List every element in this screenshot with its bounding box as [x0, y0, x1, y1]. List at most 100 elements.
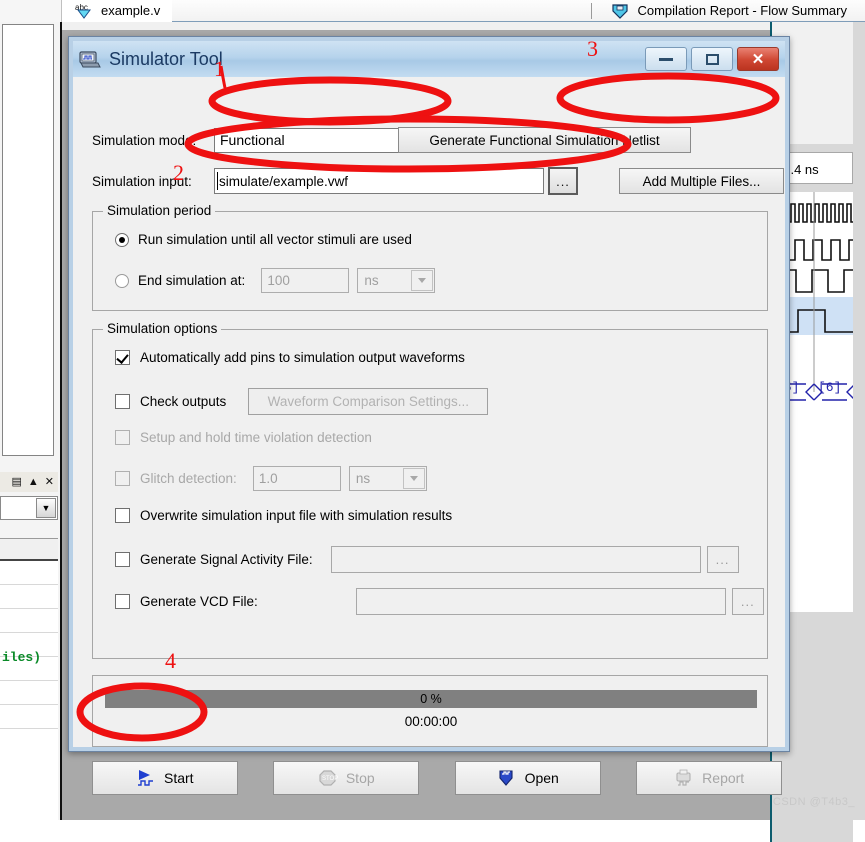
auto-add-pins-row[interactable]: Automatically add pins to simulation out…	[115, 350, 465, 365]
tabstrip-left-edge	[0, 0, 62, 22]
end-at-label: End simulation at:	[138, 273, 246, 288]
tab-label: example.v	[101, 3, 161, 18]
table-row[interactable]	[0, 561, 58, 585]
simulator-tool-dialog: Simulator Tool ✕ Simulation mode: Functi…	[68, 36, 790, 795]
check-outputs-checkbox[interactable]	[115, 394, 130, 409]
message-grid	[0, 538, 58, 838]
navigator-tree-area	[2, 24, 54, 456]
message-grid-header	[0, 539, 58, 561]
end-at-radio-row[interactable]: End simulation at: 100 ns	[115, 268, 436, 293]
vcd-file-row[interactable]: Generate VCD File: ...	[115, 588, 764, 615]
chevron-down-icon[interactable]: ▼	[36, 498, 56, 518]
vcd-file-checkbox[interactable]	[115, 594, 130, 609]
play-waveform-icon	[136, 769, 156, 787]
browse-simulation-input-button[interactable]: ...	[548, 167, 578, 195]
simulation-mode-label: Simulation mode:	[92, 132, 197, 148]
table-row[interactable]	[0, 705, 58, 729]
minimize-icon	[659, 57, 673, 61]
setup-hold-row: Setup and hold time violation detection	[115, 430, 372, 445]
chevron-down-icon[interactable]	[411, 270, 434, 291]
glitch-value-field: 1.0	[252, 466, 341, 491]
waveform-comparison-settings-button[interactable]: Waveform Comparison Settings...	[248, 388, 489, 415]
open-button-label: Open	[524, 770, 559, 786]
panel-filter-combo[interactable]: ▼	[0, 496, 58, 520]
simulator-tool-icon	[79, 49, 101, 69]
add-multiple-files-button[interactable]: Add Multiple Files...	[619, 168, 784, 194]
window-controls: ✕	[645, 47, 779, 71]
collapse-up-icon[interactable]: ▲	[28, 476, 39, 488]
minimize-button[interactable]	[645, 47, 687, 71]
start-button-label: Start	[164, 770, 194, 786]
auto-add-pins-checkbox[interactable]	[115, 350, 130, 365]
bus-value-6: [6]	[818, 380, 842, 395]
stop-button: STOP Stop	[273, 761, 420, 795]
check-outputs-label: Check outputs	[140, 394, 227, 409]
signal-activity-row[interactable]: Generate Signal Activity File: ...	[115, 546, 739, 573]
setup-hold-label: Setup and hold time violation detection	[140, 430, 372, 445]
simulation-options-group: Simulation options Automatically add pin…	[92, 321, 768, 659]
simulation-input-row: Simulation input: simulate/example.vwf .…	[92, 167, 784, 195]
vcd-file-label: Generate VCD File:	[140, 594, 258, 609]
watermark-text: CSDN @T4b3_	[772, 796, 855, 808]
abc-verilog-file-icon: abc	[74, 2, 94, 20]
generate-netlist-button[interactable]: Generate Functional Simulation Netlist	[398, 127, 691, 153]
tab-compilation-report[interactable]: Compilation Report - Flow Summary	[598, 0, 859, 22]
end-at-unit-combo[interactable]: ns	[357, 268, 436, 293]
end-at-radio[interactable]	[115, 273, 129, 288]
simulation-input-label: Simulation input:	[92, 173, 192, 189]
open-button[interactable]: Open	[454, 761, 601, 795]
signal-activity-checkbox[interactable]	[115, 552, 130, 567]
project-navigator-panel: ▤ ▲ ✕ ▼ iles)	[0, 22, 62, 838]
overwrite-input-row[interactable]: Overwrite simulation input file with sim…	[115, 508, 452, 523]
browse-signal-activity-button[interactable]: ...	[706, 546, 739, 573]
dialog-title: Simulator Tool	[109, 48, 223, 69]
close-button[interactable]: ✕	[737, 47, 779, 71]
table-row[interactable]	[0, 681, 58, 705]
tab-separator	[591, 2, 593, 19]
dialog-titlebar[interactable]: Simulator Tool ✕	[73, 41, 785, 77]
close-icon: ✕	[751, 51, 765, 68]
restore-icon[interactable]: ▤	[11, 476, 21, 488]
stop-button-label: Stop	[345, 770, 375, 786]
end-at-value-field[interactable]: 100	[261, 268, 350, 293]
progress-group: 0 % 00:00:00	[92, 675, 768, 747]
document-tabstrip: abc example.v Compilation Report - Flow …	[0, 0, 865, 22]
report-button: Report	[636, 761, 782, 795]
compilation-report-icon	[610, 2, 630, 20]
simulation-period-legend: Simulation period	[103, 203, 216, 218]
stop-sign-icon: STOP	[318, 769, 338, 787]
dialog-action-bar: Start STOP Stop Open Report	[92, 761, 782, 797]
simulation-mode-value: Functional	[220, 132, 285, 148]
simulation-period-group: Simulation period Run simulation until a…	[92, 203, 768, 311]
progress-bar: 0 %	[105, 690, 757, 708]
browse-vcd-file-button[interactable]: ...	[731, 588, 764, 615]
overwrite-input-label: Overwrite simulation input file with sim…	[140, 508, 453, 523]
glitch-detection-label: Glitch detection:	[140, 471, 237, 486]
chevron-down-icon	[402, 468, 425, 489]
glitch-unit-value: ns	[355, 471, 371, 486]
elapsed-time-label: 00:00:00	[404, 714, 458, 729]
simulation-input-field[interactable]: simulate/example.vwf	[214, 168, 544, 194]
table-row[interactable]	[0, 609, 58, 633]
simulation-options-legend: Simulation options	[103, 321, 222, 336]
svg-text:STOP: STOP	[322, 776, 338, 782]
run-until-radio-row[interactable]: Run simulation until all vector stimuli …	[115, 232, 412, 247]
simulation-input-value: simulate/example.vwf	[219, 173, 349, 189]
simulation-mode-row: Simulation mode: Functional Generate Fun…	[92, 127, 772, 153]
close-icon[interactable]: ✕	[45, 476, 54, 488]
table-row[interactable]	[0, 585, 58, 609]
signal-activity-field[interactable]	[330, 546, 701, 573]
tab-example-v[interactable]: abc example.v	[62, 0, 173, 22]
dialog-content: Simulation mode: Functional Generate Fun…	[74, 79, 784, 795]
glitch-detection-row: Glitch detection: 1.0 ns	[115, 466, 427, 491]
check-outputs-row[interactable]: Check outputs Waveform Comparison Settin…	[115, 388, 489, 415]
setup-hold-checkbox	[115, 430, 130, 445]
vcd-file-field[interactable]	[355, 588, 726, 615]
maximize-button[interactable]	[691, 47, 733, 71]
start-button[interactable]: Start	[92, 761, 238, 795]
glitch-detection-checkbox	[115, 471, 130, 486]
overwrite-input-checkbox[interactable]	[115, 508, 130, 523]
signal-activity-label: Generate Signal Activity File:	[140, 552, 313, 567]
workspace-top-edge	[62, 22, 770, 30]
run-until-radio[interactable]	[115, 232, 129, 247]
